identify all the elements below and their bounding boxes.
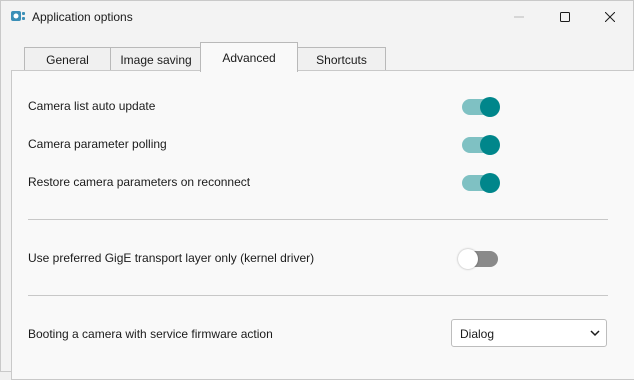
camera-list-auto-update-label: Camera list auto update bbox=[28, 99, 156, 113]
select-value: Dialog bbox=[460, 327, 495, 341]
tab-image-saving[interactable]: Image saving bbox=[110, 47, 202, 71]
tab-shortcuts[interactable]: Shortcuts bbox=[297, 47, 386, 71]
close-button[interactable] bbox=[587, 1, 633, 33]
camera-list-auto-update-toggle[interactable] bbox=[462, 97, 500, 117]
toggle-knob bbox=[458, 249, 478, 269]
minimize-button[interactable] bbox=[496, 1, 542, 33]
restore-camera-parameters-toggle[interactable] bbox=[462, 173, 500, 193]
toggle-knob bbox=[480, 135, 500, 155]
restore-camera-parameters-label: Restore camera parameters on reconnect bbox=[28, 175, 251, 189]
advanced-panel: Camera list auto update Camera parameter… bbox=[11, 70, 634, 380]
tab-advanced[interactable]: Advanced bbox=[200, 42, 298, 72]
toggle-knob bbox=[480, 97, 500, 117]
maximize-icon bbox=[560, 12, 570, 22]
divider bbox=[28, 295, 608, 296]
tab-general[interactable]: General bbox=[24, 47, 111, 71]
maximize-button[interactable] bbox=[542, 1, 588, 33]
chevron-down-icon bbox=[590, 330, 600, 337]
app-icon bbox=[11, 11, 25, 21]
minimize-icon bbox=[514, 16, 524, 18]
application-options-window: Application options General Image saving… bbox=[0, 0, 634, 380]
title-bar: Application options bbox=[1, 1, 633, 33]
preferred-gige-transport-toggle[interactable] bbox=[458, 249, 498, 269]
divider bbox=[28, 219, 608, 220]
toggle-knob bbox=[480, 173, 500, 193]
preferred-gige-transport-label: Use preferred GigE transport layer only … bbox=[28, 251, 315, 265]
service-firmware-action-label: Booting a camera with service firmware a… bbox=[28, 327, 273, 341]
camera-parameter-polling-label: Camera parameter polling bbox=[28, 137, 167, 151]
service-firmware-action-select[interactable]: Dialog bbox=[451, 319, 607, 347]
tab-control: General Image saving Advanced Shortcuts … bbox=[1, 33, 634, 380]
close-icon bbox=[605, 12, 615, 22]
window-title: Application options bbox=[32, 10, 133, 24]
camera-parameter-polling-toggle[interactable] bbox=[462, 135, 500, 155]
